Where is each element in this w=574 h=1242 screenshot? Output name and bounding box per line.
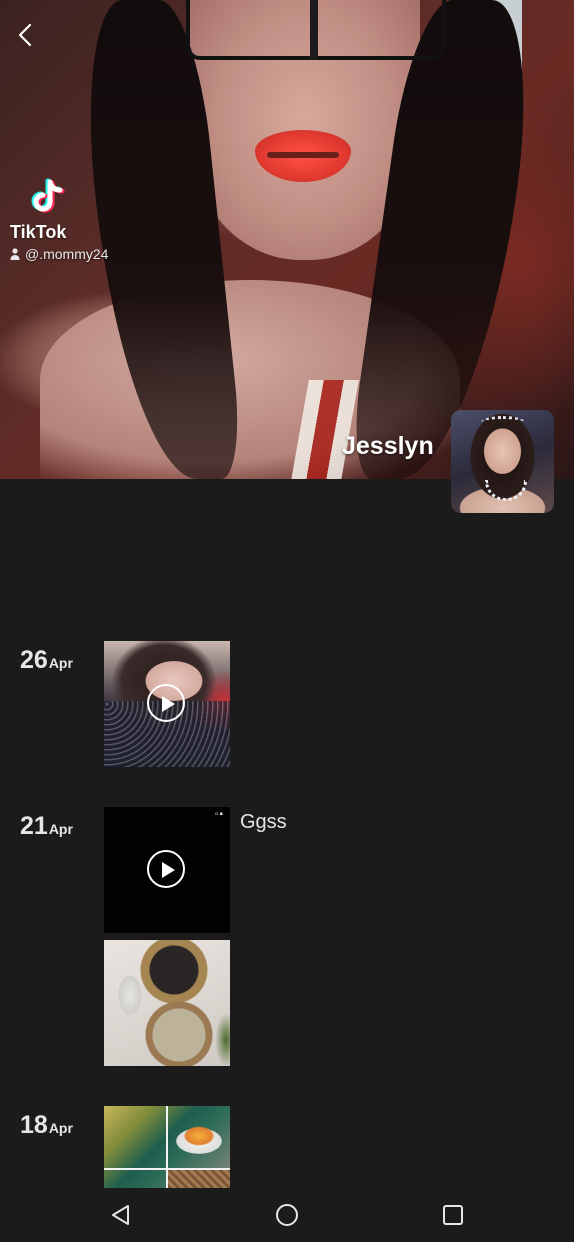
video-thumbnail[interactable]: ▫▪ — [104, 807, 230, 933]
photo-collage-thumbnail[interactable] — [104, 1106, 230, 1188]
date-month: Apr — [48, 1120, 73, 1136]
date-day: 18 — [20, 1111, 48, 1139]
person-icon — [10, 248, 20, 260]
collage-tile — [168, 1170, 230, 1188]
date-day: 21 — [20, 812, 48, 840]
video-thumbnail[interactable] — [104, 641, 230, 767]
system-nav-bar — [0, 1188, 574, 1242]
post-caption[interactable]: Ggss — [240, 811, 287, 834]
square-recents-icon — [443, 1205, 463, 1225]
tiktok-logo-icon — [31, 178, 65, 213]
nav-home-button[interactable] — [274, 1202, 300, 1228]
timeline-date: 21Apr — [20, 812, 73, 841]
thumbnail-corner-mark: ▫▪ — [214, 809, 224, 820]
chevron-left-icon — [18, 23, 32, 47]
play-icon — [162, 696, 175, 712]
timeline-date: 18Apr — [20, 1111, 73, 1140]
triangle-back-icon — [112, 1205, 129, 1225]
cover-glasses-shape — [186, 0, 446, 60]
play-icon — [162, 862, 175, 878]
tiktok-watermark: TikTok @.mommy24 — [8, 176, 118, 266]
timeline-date: 26Apr — [20, 646, 73, 675]
nav-recents-button[interactable] — [440, 1202, 466, 1228]
date-month: Apr — [48, 655, 73, 671]
play-button[interactable] — [147, 684, 185, 722]
back-button[interactable] — [12, 20, 42, 50]
play-button[interactable] — [147, 850, 185, 888]
nav-back-button[interactable] — [108, 1202, 134, 1228]
date-day: 26 — [20, 646, 48, 674]
tiktok-handle-text: @.mommy24 — [25, 246, 109, 262]
photo-thumbnail[interactable] — [104, 940, 230, 1066]
profile-name: Jesslyn — [342, 432, 434, 460]
tiktok-brand-text: TikTok — [10, 222, 67, 242]
tiktok-handle: @.mommy24 — [10, 246, 108, 262]
date-month: Apr — [48, 821, 73, 837]
circle-home-icon — [276, 1204, 298, 1226]
avatar[interactable] — [451, 410, 554, 513]
